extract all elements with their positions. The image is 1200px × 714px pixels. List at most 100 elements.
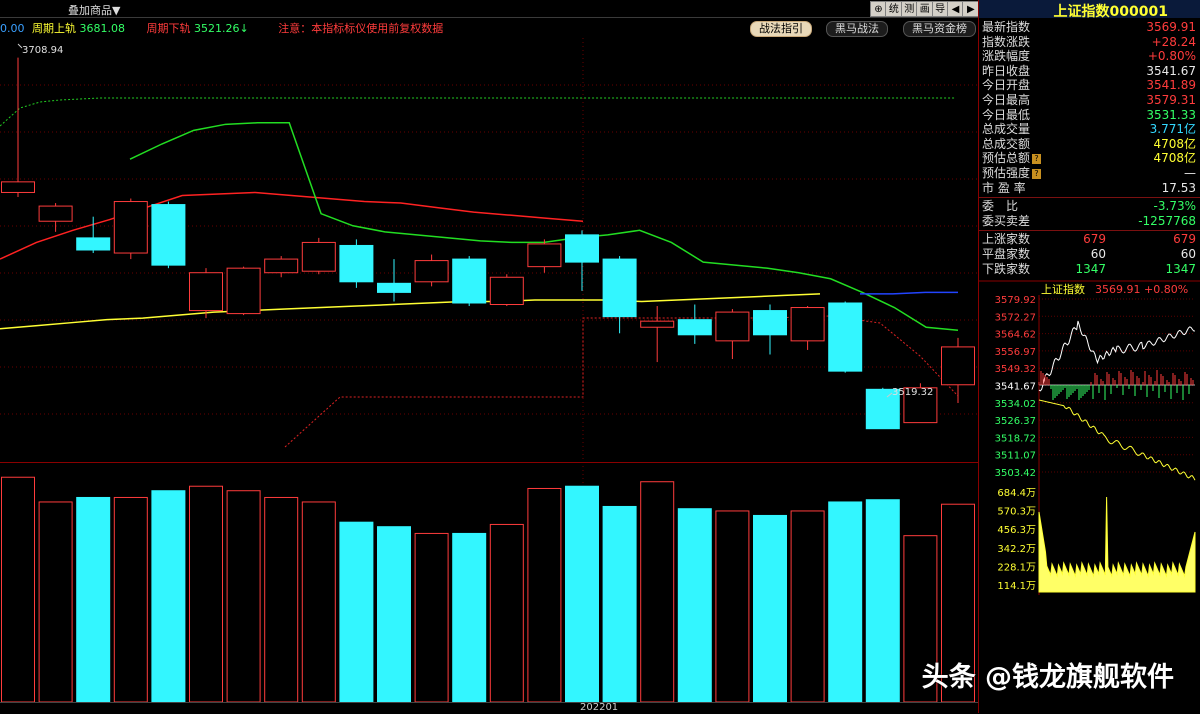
volume-bar	[38, 501, 73, 702]
quote-value: 3569.91	[1146, 20, 1196, 34]
minichart-price-label: 3518.72	[995, 433, 1036, 444]
upper-rail-label: 周期上轨	[32, 22, 76, 35]
quote-value: -1257768	[1138, 213, 1196, 228]
candle-body	[828, 302, 863, 372]
quote-label: 昨日收盘	[982, 63, 1031, 78]
quote-label: 委买卖差	[982, 213, 1031, 228]
minichart-price-label: 3503.42	[995, 468, 1036, 479]
quote-row: 指数涨跌 +28.24	[982, 35, 1198, 50]
quote-row: 预估总额? 4708亿	[982, 151, 1198, 166]
minichart-price-label: 3579.92	[995, 295, 1036, 306]
volume-bar	[339, 521, 374, 702]
breadth-label: 平盘家数	[982, 247, 1031, 261]
quote-separator	[979, 197, 1200, 199]
candle-body	[602, 258, 637, 318]
quote-row: 涨跌幅度 +0.80%	[982, 49, 1198, 64]
minichart-price-label: 3534.02	[995, 399, 1036, 410]
minichart-price-label: 3511.07	[995, 451, 1036, 462]
watermark: 头条 @钱龙旗舰软件	[921, 662, 1174, 693]
order-ratio-row: 委买卖差 -1257768	[982, 214, 1198, 229]
quote-label: 预估强度?	[982, 166, 1042, 181]
candle-body	[189, 272, 223, 312]
intraday-minichart[interactable]: 上证指数 3569.91 +0.80% 3579.92 3572.27 3564.62 3…	[979, 280, 1200, 600]
minichart-price-label: 3564.62	[995, 330, 1036, 341]
quote-value: 3579.31	[1146, 93, 1196, 107]
quote-label: 今日最低	[982, 107, 1031, 122]
minichart-price-label: 3541.67	[995, 382, 1036, 393]
tab-dark-horse-funds[interactable]: 黑马资金榜	[903, 21, 976, 37]
breadth-count: 60	[1090, 247, 1106, 261]
quote-title: 上证指数000001	[1053, 4, 1168, 20]
minichart-title: 上证指数	[1041, 282, 1085, 296]
candle-body	[790, 307, 825, 342]
quote-label: 总成交量	[982, 122, 1031, 137]
quote-row: 今日最低 3531.33	[982, 108, 1198, 123]
candle-body	[38, 205, 73, 222]
quote-label: 预估总额?	[982, 151, 1042, 166]
quote-label: 总成交额	[982, 136, 1031, 151]
candle-body	[113, 201, 148, 254]
breadth-row: 下跌家数 1347 1347	[982, 262, 1198, 277]
volume-bar	[753, 514, 787, 702]
candle-body	[226, 267, 261, 315]
overlay-commodity-menu[interactable]: 叠加商品▼	[68, 2, 120, 18]
quote-row: 市 盈 率 17.53	[982, 181, 1198, 196]
breadth-row: 上涨家数 679 679	[982, 232, 1198, 247]
quote-row: 今日最高 3579.31	[982, 93, 1198, 108]
volume-bar	[76, 496, 111, 702]
quote-label: 指数涨跌	[982, 34, 1031, 49]
volume-bar	[113, 496, 148, 702]
quote-value: 3.771亿	[1149, 122, 1196, 137]
quote-row: 预估强度? —	[982, 166, 1198, 181]
breadth-count-total: 679	[1173, 232, 1196, 247]
low-price-label: 3519.32	[892, 387, 933, 398]
candle-body	[715, 311, 750, 342]
minichart-vol-label: 228.1万	[997, 562, 1036, 573]
candle-body	[640, 320, 675, 328]
candle-body	[753, 310, 787, 336]
breadth-count: 1347	[1075, 261, 1106, 276]
quote-label: 最新指数	[982, 20, 1031, 34]
volume-bar	[640, 481, 675, 702]
quote-value: 3541.67	[1146, 63, 1196, 78]
volume-bar	[527, 487, 562, 702]
breadth-count-total: 60	[1180, 247, 1196, 261]
quote-label: 委 比	[982, 199, 1019, 214]
minichart-price-label: 3549.32	[995, 364, 1036, 375]
tab-dark-horse-strategy[interactable]: 黑马战法	[826, 21, 888, 37]
volume-bar	[226, 490, 261, 702]
help-icon[interactable]: ?	[1032, 169, 1042, 179]
order-ratio-row: 委 比 -3.73%	[982, 199, 1198, 214]
minichart-vol-label: 684.4万	[997, 488, 1036, 499]
volume-bar	[602, 505, 637, 702]
high-price-label: 3708.94	[22, 45, 63, 56]
minichart-vol-label: 342.2万	[997, 544, 1036, 555]
candle-body	[452, 258, 487, 304]
tab-strategy-guide[interactable]: 战法指引	[750, 21, 812, 37]
minichart-price: 3569.91 +0.80%	[1095, 283, 1188, 296]
indicator-header: 0.00 周期上轨 3681.08 周期下轨 3521.26↓ 注意：本指标标仪…	[0, 20, 443, 36]
candlestick-chart[interactable]: 3708.94 3519.32	[0, 38, 978, 462]
candle-body	[489, 276, 524, 306]
breadth-row: 平盘家数 60 60	[982, 247, 1198, 262]
quote-value: —	[1184, 166, 1196, 180]
quote-label: 市 盈 率	[982, 180, 1026, 195]
breadth-label: 上涨家数	[982, 232, 1031, 247]
quote-value: 3531.33	[1146, 107, 1196, 122]
toolbar-icon-group: ⊕ 统测画导 ◀ ▶	[870, 1, 980, 17]
breadth-count: 679	[1083, 232, 1106, 247]
volume-bar	[452, 532, 487, 702]
volume-chart[interactable]	[0, 466, 978, 702]
toolbar-divider	[0, 17, 978, 18]
minichart-vol-label: 570.3万	[997, 507, 1036, 518]
quote-row: 最新指数 3569.91	[982, 20, 1198, 35]
quote-label: 今日开盘	[982, 78, 1031, 93]
volume-bar	[1, 476, 35, 702]
volume-bar	[715, 510, 750, 702]
date-axis: 202201	[0, 702, 978, 714]
next-icon[interactable]: ▶	[962, 1, 980, 17]
volume-bar	[151, 490, 186, 702]
candle-body	[76, 237, 111, 251]
candle-body	[527, 243, 562, 268]
help-icon[interactable]: ?	[1032, 154, 1042, 165]
